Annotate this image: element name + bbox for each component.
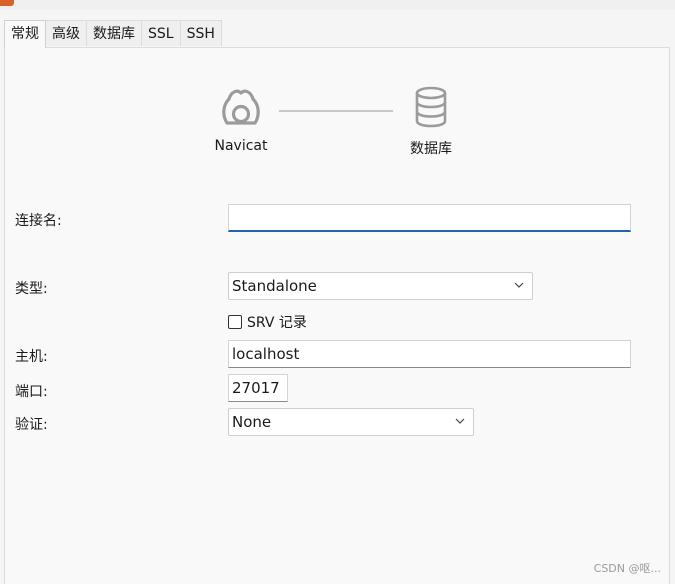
navicat-logo-icon (222, 89, 260, 125)
host-input[interactable] (228, 340, 631, 368)
auth-select-value: None (232, 413, 272, 431)
auth-select[interactable]: None (228, 408, 474, 436)
database-label: 数据库 (410, 141, 452, 157)
connection-name-input[interactable] (228, 204, 631, 232)
tab-ssl[interactable]: SSL (141, 20, 181, 46)
type-label: 类型: (15, 281, 48, 297)
connection-line (279, 110, 393, 112)
srv-record-option[interactable]: SRV 记录 (228, 312, 307, 332)
port-input[interactable] (228, 374, 288, 402)
tab-ssh[interactable]: SSH (179, 20, 222, 46)
auth-label: 验证: (15, 417, 48, 433)
type-select[interactable]: Standalone (228, 272, 533, 300)
database-icon (415, 86, 447, 128)
general-panel (4, 47, 670, 584)
tab-general[interactable]: 常规 (4, 20, 46, 48)
chevron-down-icon (455, 418, 465, 424)
watermark: CSDN @呕... (593, 562, 661, 575)
type-select-value: Standalone (232, 277, 317, 295)
srv-record-label: SRV 记录 (247, 315, 307, 331)
connection-name-label: 连接名: (15, 213, 62, 229)
navicat-label: Navicat (214, 138, 268, 154)
tab-database[interactable]: 数据库 (86, 20, 142, 46)
tab-advanced[interactable]: 高级 (45, 20, 87, 46)
srv-record-checkbox[interactable] (228, 315, 242, 329)
tab-bar: 常规 高级 数据库 SSL SSH (4, 20, 222, 48)
titlebar (0, 0, 675, 10)
port-label: 端口: (15, 384, 48, 400)
host-label: 主机: (15, 349, 48, 365)
chevron-down-icon (514, 282, 524, 288)
app-icon (0, 0, 14, 6)
